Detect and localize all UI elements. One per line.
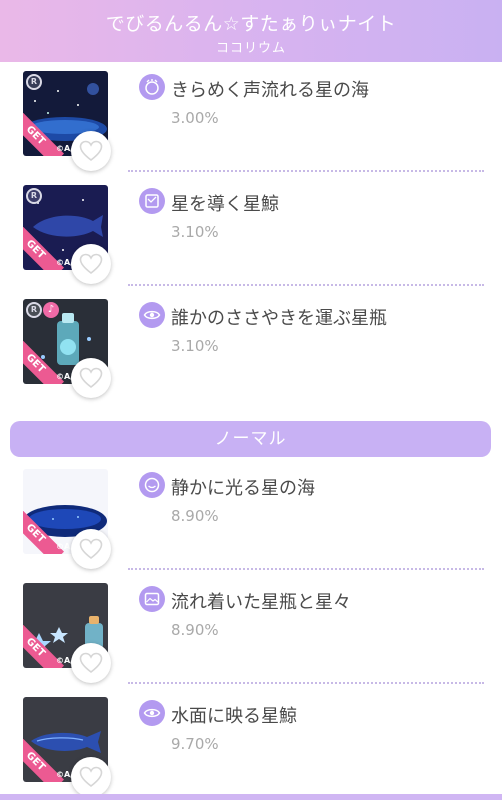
favorite-heart-button[interactable] xyxy=(71,643,111,683)
rarity-badge: R xyxy=(26,188,42,204)
item-name: 水面に映る星鯨 xyxy=(171,706,297,727)
heart-icon xyxy=(79,140,103,162)
item-rate: 3.10% xyxy=(171,337,219,355)
list-item[interactable]: R ♪ GET ©A/ 誰かのささやきを運ぶ星瓶 3.10% xyxy=(0,288,502,402)
favorite-heart-button[interactable] xyxy=(71,757,111,797)
header-bar: でびるんるん☆すたぁりぃナイト ココリウム xyxy=(0,0,502,62)
favorite-heart-button[interactable] xyxy=(71,358,111,398)
heart-icon xyxy=(79,367,103,389)
item-list: R GET ©A/ きらめく声流れる星の海 3.00% R GET ©A/ 星を… xyxy=(0,0,502,800)
list-item[interactable]: R GET ©A/ きらめく声流れる星の海 3.00% xyxy=(0,60,502,174)
heart-icon xyxy=(79,652,103,674)
page-title: でびるんるん☆すたぁりぃナイト xyxy=(105,13,397,35)
list-item[interactable]: GET ©A/ 水面に映る星鯨 9.70% xyxy=(0,686,502,800)
item-name: 流れ着いた星瓶と星々 xyxy=(171,592,351,613)
item-name: 誰かのささやきを運ぶ星瓶 xyxy=(171,308,387,329)
rarity-badge: R xyxy=(26,302,42,318)
eye-icon xyxy=(139,302,165,328)
section-header-normal: ノーマル xyxy=(10,421,491,457)
item-rate: 3.00% xyxy=(171,109,219,127)
item-rate: 3.10% xyxy=(171,223,219,241)
page-subtitle: ココリウム xyxy=(215,41,286,56)
list-item[interactable]: GET ©A/ 静かに光る星の海 8.90% xyxy=(0,458,502,572)
item-rate: 9.70% xyxy=(171,735,219,753)
music-note-icon: ♪ xyxy=(43,302,59,318)
eye-icon xyxy=(139,700,165,726)
bottom-bar xyxy=(0,794,502,800)
heart-icon xyxy=(79,253,103,275)
separator xyxy=(128,170,484,172)
item-name: きらめく声流れる星の海 xyxy=(171,80,369,101)
separator xyxy=(128,568,484,570)
list-item[interactable]: R GET ©A/ 星を導く星鯨 3.10% xyxy=(0,174,502,288)
item-name: 星を導く星鯨 xyxy=(171,194,279,215)
heart-icon xyxy=(79,538,103,560)
item-rate: 8.90% xyxy=(171,621,219,639)
picture-icon xyxy=(139,586,165,612)
sparkle-face-icon xyxy=(139,74,165,100)
list-item[interactable]: GET ©A/ 流れ着いた星瓶と星々 8.90% xyxy=(0,572,502,686)
item-name: 静かに光る星の海 xyxy=(171,478,315,499)
favorite-heart-button[interactable] xyxy=(71,529,111,569)
item-rate: 8.90% xyxy=(171,507,219,525)
separator xyxy=(128,682,484,684)
favorite-heart-button[interactable] xyxy=(71,244,111,284)
separator xyxy=(128,284,484,286)
heart-icon xyxy=(79,766,103,788)
smile-icon xyxy=(139,472,165,498)
favorite-heart-button[interactable] xyxy=(71,131,111,171)
rarity-badge: R xyxy=(26,74,42,90)
frame-icon xyxy=(139,188,165,214)
